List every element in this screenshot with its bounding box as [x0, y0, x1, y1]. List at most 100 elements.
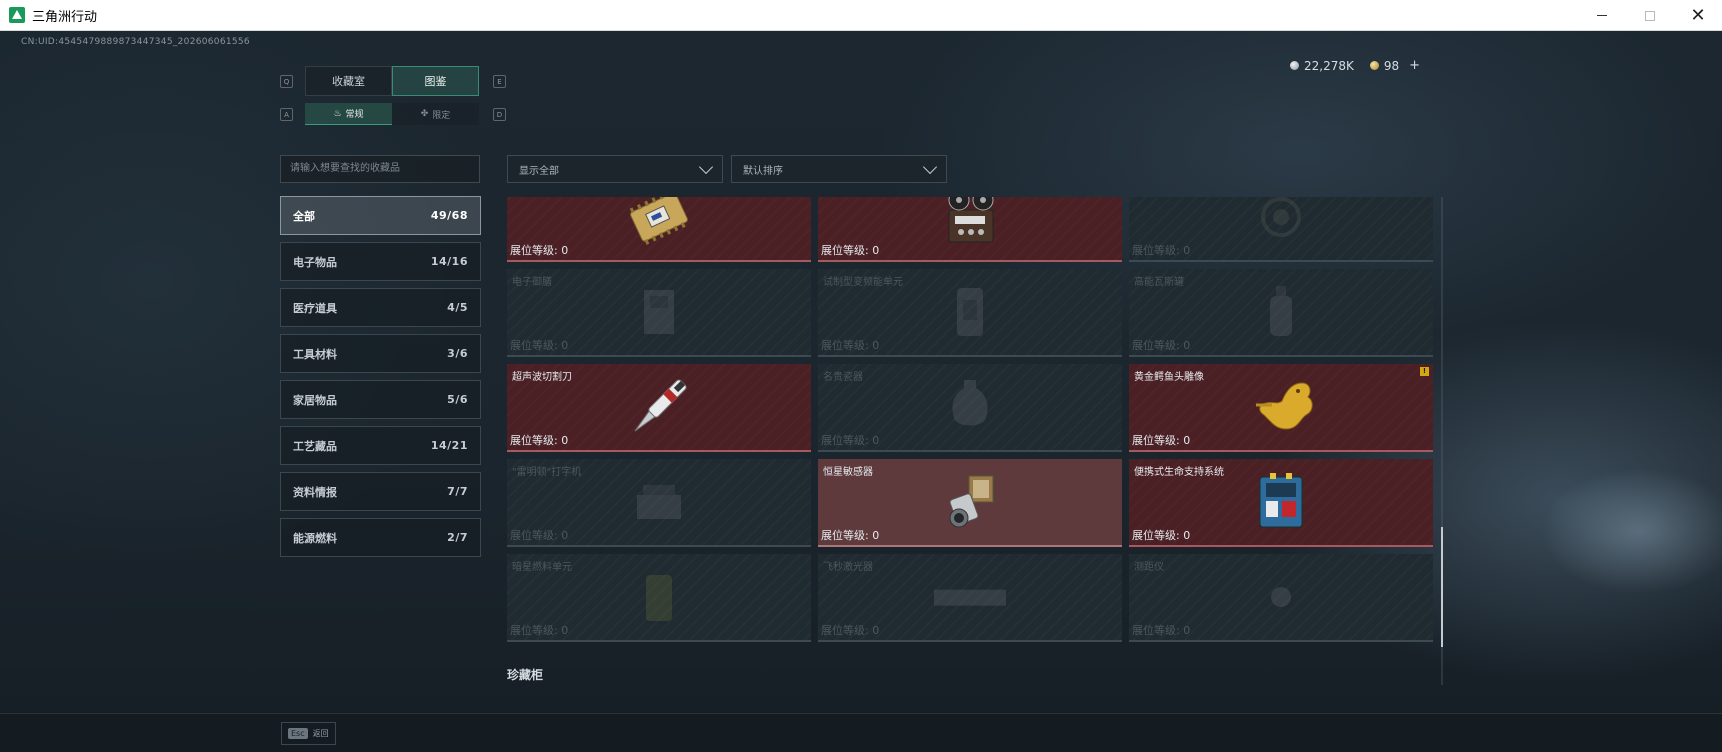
item-level: 展位等级: 0 — [821, 244, 880, 257]
grid-scrollbar[interactable] — [1441, 197, 1443, 685]
item-grid-viewport: 展位等级: 0 展位等级: 0 展位等级: 0 电子御膳 展位等级: 0 试制型变频能单元… — [507, 197, 1437, 685]
tab-catalog[interactable]: 图鉴 — [392, 66, 479, 96]
category-label: 医疗道具 — [293, 301, 337, 315]
gold-currency: 98 + — [1369, 58, 1420, 73]
warning-icon: ! — [1420, 367, 1429, 376]
chevron-down-icon — [698, 159, 714, 174]
collection-item-card[interactable]: 超声波切割刀 展位等级: 0 — [507, 364, 811, 452]
item-level: 展位等级: 0 — [1132, 434, 1191, 447]
item-level: 展位等级: 0 — [1132, 624, 1191, 637]
item-level: 展位等级: 0 — [510, 624, 569, 637]
category-count: 3/6 — [447, 347, 468, 360]
maximize-icon — [1645, 10, 1655, 21]
tape-recorder-icon — [930, 197, 1010, 252]
show-filter-dropdown[interactable]: 显示全部 — [507, 155, 723, 183]
section-title: 珍藏柜 — [507, 668, 544, 682]
category-count: 5/6 — [447, 393, 468, 406]
category-label: 资料情报 — [293, 485, 337, 499]
subtab-limited[interactable]: ✤ 限定 — [392, 103, 479, 125]
collection-item-card[interactable]: 恒星敏感器展位等级: 0 — [818, 459, 1122, 547]
key-hint-d: D — [493, 108, 506, 121]
collection-item-card[interactable]: "雷明顿"打字机 展位等级: 0 — [507, 459, 811, 547]
gold-coin-icon — [1369, 61, 1379, 70]
back-button[interactable]: Esc 返回 — [281, 722, 336, 745]
app-logo-icon — [9, 7, 25, 23]
collection-item-card[interactable]: 便携式生命支持系统 展位等级: 0 — [1129, 459, 1433, 547]
category-electronics[interactable]: 电子物品 14/16 — [280, 242, 481, 281]
silver-amount: 22,278K — [1304, 58, 1354, 73]
close-icon: ✕ — [1690, 5, 1706, 26]
bottom-bar: Esc 返回 — [0, 713, 1722, 752]
subtab-limited-label: 限定 — [432, 110, 451, 121]
category-list: 全部 49/68 电子物品 14/16 医疗道具 4/5 工具材料 3/6 家居… — [280, 196, 481, 564]
subtab-regular-label: 常规 — [345, 110, 364, 120]
minimize-icon — [1597, 15, 1607, 16]
item-name: 测距仪 — [1134, 562, 1164, 573]
maximize-button[interactable] — [1626, 0, 1674, 31]
collection-item-card[interactable]: 暗星燃料单元 展位等级: 0 — [507, 554, 811, 642]
item-level: 展位等级: 0 — [821, 624, 880, 637]
show-filter-value: 显示全部 — [519, 165, 559, 177]
category-count: 14/16 — [430, 255, 468, 268]
cell-icon — [930, 277, 1010, 347]
item-name: 黄金鳄鱼头雕像 — [1134, 372, 1204, 383]
chevron-down-icon — [922, 159, 938, 174]
window-titlebar: 三角洲行动 ✕ — [0, 0, 1722, 31]
minimize-button[interactable] — [1578, 0, 1626, 31]
item-level: 展位等级: 0 — [510, 529, 569, 542]
category-count: 14/21 — [430, 439, 468, 452]
collection-item-card[interactable]: 飞秒激光器 展位等级: 0 — [818, 554, 1122, 642]
background-glow — [1440, 331, 1722, 631]
category-count: 7/7 — [447, 485, 468, 498]
category-all[interactable]: 全部 49/68 — [280, 196, 481, 235]
item-level: 展位等级: 0 — [821, 434, 880, 447]
category-count: 4/5 — [447, 301, 468, 314]
star-sensor-icon — [930, 467, 1010, 537]
item-name: 电子御膳 — [512, 277, 552, 288]
circuit-board-icon — [619, 197, 699, 252]
search-input[interactable]: 请输入想要查找的收藏品 — [280, 155, 480, 183]
item-name: 暗星燃料单元 — [512, 562, 572, 573]
item-level: 展位等级: 0 — [821, 529, 880, 542]
item-level: 展位等级: 0 — [510, 244, 569, 257]
collection-item-card[interactable]: 展位等级: 0 — [507, 197, 811, 262]
scrollbar-thumb[interactable] — [1441, 527, 1443, 647]
collection-item-card[interactable]: 高能瓦斯罐 展位等级: 0 — [1129, 269, 1433, 357]
category-household[interactable]: 家居物品 5/6 — [280, 380, 481, 419]
item-name: 恒星敏感器 — [823, 467, 873, 478]
category-label: 家居物品 — [293, 393, 337, 407]
collection-item-card[interactable]: 展位等级: 0 — [818, 197, 1122, 262]
typewriter-icon — [619, 467, 699, 537]
tab-collection-room[interactable]: 收藏室 — [305, 66, 392, 96]
collection-item-card[interactable]: 展位等级: 0 — [1129, 197, 1433, 262]
category-crafts[interactable]: 工艺藏品 14/21 — [280, 426, 481, 465]
collection-item-card[interactable]: 电子御膳展位等级: 0 — [507, 269, 811, 357]
ornament-icon — [1241, 197, 1321, 252]
sort-dropdown[interactable]: 默认排序 — [731, 155, 947, 183]
fuel-cell-icon — [619, 562, 699, 632]
gold-amount: 98 — [1383, 58, 1400, 73]
category-intel[interactable]: 资料情报 7/7 — [280, 472, 481, 511]
collection-item-card[interactable]: 测距仪展位等级: 0 — [1129, 554, 1433, 642]
category-energy[interactable]: 能源燃料 2/7 — [280, 518, 481, 557]
game-view: CN:UID:4545479889873447345_202606061556 … — [0, 31, 1722, 752]
item-grid: 展位等级: 0 展位等级: 0 展位等级: 0 电子御膳 展位等级: 0 试制型变频能单元… — [507, 197, 1433, 642]
collection-item-card[interactable]: 试制型变频能单元 展位等级: 0 — [818, 269, 1122, 357]
category-medical[interactable]: 医疗道具 4/5 — [280, 288, 481, 327]
key-hint-e: E — [493, 75, 506, 88]
item-name: 试制型变频能单元 — [823, 277, 903, 288]
item-name: 名贵瓷器 — [823, 372, 863, 383]
collection-item-card[interactable]: 名贵瓷器展位等级: 0 — [818, 364, 1122, 452]
silver-coin-icon — [1290, 61, 1299, 70]
close-button[interactable]: ✕ — [1674, 0, 1722, 31]
rangefinder-icon — [1241, 562, 1321, 632]
main-tabs: 收藏室 图鉴 — [305, 66, 479, 96]
esc-key-icon: Esc — [288, 728, 308, 739]
category-tools[interactable]: 工具材料 3/6 — [280, 334, 481, 373]
silver-currency: 22,278K — [1290, 59, 1354, 73]
item-level: 展位等级: 0 — [510, 339, 569, 352]
add-currency-button[interactable]: + — [1409, 58, 1420, 73]
collection-item-card[interactable]: 黄金鳄鱼头雕像! 展位等级: 0 — [1129, 364, 1433, 452]
subtab-regular[interactable]: ♨ 常规 — [305, 103, 392, 125]
gold-statue-icon — [1241, 372, 1321, 442]
